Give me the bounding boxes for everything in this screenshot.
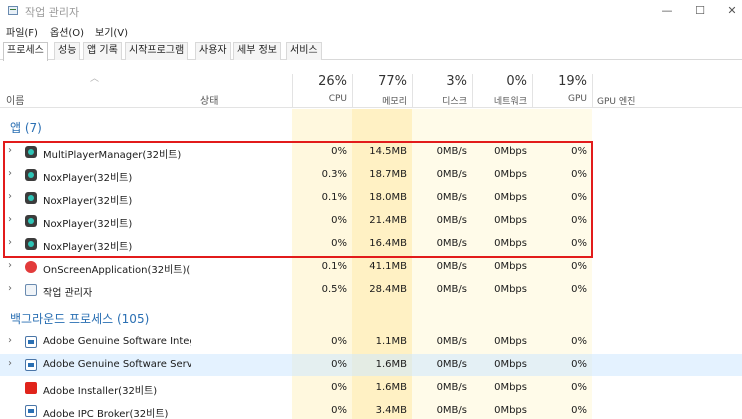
cpu-value: 0% (331, 405, 347, 416)
gpu-value: 0% (571, 382, 587, 393)
memory-value: 41.1MB (369, 261, 407, 272)
sort-caret-icon[interactable]: ︿ (90, 71, 99, 84)
cpu-value: 0% (331, 382, 347, 393)
close-button[interactable]: ✕ (712, 0, 742, 22)
gpu-value: 0% (571, 405, 587, 416)
expand-chevron-icon[interactable]: › (8, 335, 12, 346)
cpu-value: 0.1% (321, 261, 347, 272)
network-value: 0Mbps (494, 405, 527, 416)
tab-performance[interactable]: 성능 (54, 42, 81, 60)
disk-value: 0MB/s (436, 284, 467, 295)
task-manager-icon (8, 6, 18, 15)
table-row[interactable]: Adobe Installer(32비트) 0% 1.6MB 0MB/s 0Mb… (0, 377, 742, 399)
network-value: 0Mbps (494, 336, 527, 347)
column-gpu-engine[interactable]: GPU 엔진 (597, 94, 635, 107)
group-background-processes[interactable]: 백그라운드 프로세스 (105) (10, 310, 149, 327)
column-status[interactable]: 상태 (200, 92, 218, 107)
tab-bar: 프로세스 성능 앱 기록 시작프로그램 사용자 세부 정보 서비스 (0, 42, 742, 61)
expand-chevron-icon[interactable]: › (8, 283, 12, 294)
cpu-total[interactable]: 26% (292, 74, 347, 89)
table-row[interactable]: › Adobe Genuine Software Servi... 0% 1.6… (0, 354, 742, 376)
disk-value: 0MB/s (436, 382, 467, 393)
tab-startup[interactable]: 시작프로그램 (125, 42, 189, 60)
task-manager-icon (25, 284, 37, 296)
gpu-value: 0% (571, 336, 587, 347)
table-row[interactable]: › OnScreenApplication(32비트)(3) 0.1% 41.1… (0, 256, 742, 278)
process-name: Adobe IPC Broker(32비트) (43, 409, 169, 419)
adobe-installer-icon (25, 382, 37, 394)
highlight-box (3, 141, 593, 258)
memory-total[interactable]: 77% (352, 74, 407, 89)
disk-total[interactable]: 3% (412, 74, 467, 89)
tab-details[interactable]: 세부 정보 (233, 42, 281, 60)
column-gpu[interactable]: GPU (532, 94, 587, 104)
column-disk[interactable]: 디스크 (412, 94, 467, 107)
process-name: Adobe Genuine Software Servi... (43, 359, 191, 370)
disk-value: 0MB/s (436, 336, 467, 347)
memory-value: 3.4MB (375, 405, 407, 416)
menu-options[interactable]: 옵션(O) (50, 24, 84, 39)
network-value: 0Mbps (494, 284, 527, 295)
memory-value: 1.6MB (375, 359, 407, 370)
table-row[interactable]: › Adobe Genuine Software Integr... 0% 1.… (0, 331, 742, 353)
disk-value: 0MB/s (436, 405, 467, 416)
column-divider (592, 74, 593, 108)
cpu-value: 0.5% (321, 284, 347, 295)
column-name[interactable]: 이름 (6, 92, 24, 107)
tab-services[interactable]: 서비스 (286, 42, 322, 60)
gpu-value: 0% (571, 359, 587, 370)
gpu-value: 0% (571, 284, 587, 295)
column-memory[interactable]: 메모리 (352, 94, 407, 107)
expand-chevron-icon[interactable]: › (8, 260, 12, 271)
window-title: 작업 관리자 (25, 6, 80, 19)
adobe-genuine-icon (25, 336, 37, 348)
gpu-total[interactable]: 19% (532, 74, 587, 89)
disk-value: 0MB/s (436, 359, 467, 370)
process-name: 작업 관리자 (43, 288, 93, 299)
cpu-value: 0% (331, 359, 347, 370)
column-cpu[interactable]: CPU (292, 94, 347, 104)
group-apps[interactable]: 앱 (7) (10, 119, 42, 136)
network-total[interactable]: 0% (472, 74, 527, 89)
gpu-value: 0% (571, 261, 587, 272)
table-row[interactable]: Adobe IPC Broker(32비트) 0% 3.4MB 0MB/s 0M… (0, 400, 742, 419)
column-header: ︿ 이름 상태 26% CPU 77% 메모리 3% 디스크 0% 네트워크 1… (0, 60, 742, 108)
memory-value: 1.6MB (375, 382, 407, 393)
memory-value: 28.4MB (369, 284, 407, 295)
column-network[interactable]: 네트워크 (472, 94, 527, 107)
title-bar: 작업 관리자 — ☐ ✕ (0, 0, 742, 22)
adobe-genuine-icon (25, 359, 37, 371)
process-name: Adobe Installer(32비트) (43, 386, 158, 397)
tab-app-history[interactable]: 앱 기록 (83, 42, 122, 60)
process-name: OnScreenApplication(32비트)(3) (43, 265, 191, 276)
network-value: 0Mbps (494, 261, 527, 272)
cpu-value: 0% (331, 336, 347, 347)
disk-value: 0MB/s (436, 261, 467, 272)
process-name: Adobe Genuine Software Integr... (43, 336, 191, 347)
tab-users[interactable]: 사용자 (195, 42, 231, 60)
network-value: 0Mbps (494, 382, 527, 393)
menu-file[interactable]: 파일(F) (6, 24, 38, 39)
memory-value: 1.1MB (375, 336, 407, 347)
tab-processes[interactable]: 프로세스 (3, 42, 48, 61)
adobe-ipc-icon (25, 405, 37, 417)
expand-chevron-icon[interactable]: › (8, 358, 12, 369)
network-value: 0Mbps (494, 359, 527, 370)
table-row[interactable]: › 작업 관리자 0.5% 28.4MB 0MB/s 0Mbps 0% (0, 279, 742, 301)
menu-view[interactable]: 보기(V) (95, 24, 128, 39)
onscreen-app-icon (25, 261, 37, 273)
